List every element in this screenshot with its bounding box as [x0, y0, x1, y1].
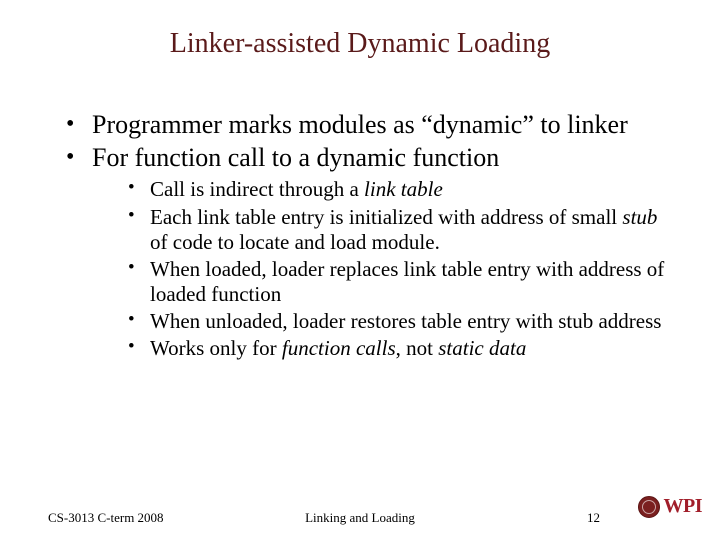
sub-bullet-item: Call is indirect through a link table — [126, 177, 680, 202]
sub-bullet-text: , not — [396, 336, 439, 360]
bullet-list-level1: Programmer marks modules as “dynamic” to… — [60, 110, 680, 362]
sub-bullet-item: Each link table entry is initialized wit… — [126, 205, 680, 255]
wpi-seal-icon — [638, 496, 660, 518]
sub-bullet-text: Call is indirect through a — [150, 177, 364, 201]
bullet-list-level2: Call is indirect through a link table Ea… — [92, 177, 680, 361]
slide-footer: CS-3013 C-term 2008 Linking and Loading … — [0, 500, 720, 526]
footer-topic: Linking and Loading — [0, 510, 720, 526]
slide: Linker-assisted Dynamic Loading Programm… — [0, 0, 720, 540]
wpi-logo-text: WPI — [664, 495, 703, 518]
sub-bullet-em: stub — [622, 205, 657, 229]
footer-page-number: 12 — [587, 510, 600, 526]
sub-bullet-text: Each link table entry is initialized wit… — [150, 205, 622, 229]
sub-bullet-text: Works only for — [150, 336, 282, 360]
sub-bullet-item: When unloaded, loader restores table ent… — [126, 309, 680, 334]
bullet-text: For function call to a dynamic function — [92, 143, 499, 172]
slide-title: Linker-assisted Dynamic Loading — [0, 28, 720, 60]
sub-bullet-text: of code to locate and load module. — [150, 230, 440, 254]
slide-content: Programmer marks modules as “dynamic” to… — [60, 110, 680, 364]
sub-bullet-em: link table — [364, 177, 443, 201]
sub-bullet-item: When loaded, loader replaces link table … — [126, 257, 680, 307]
wpi-logo: WPI — [638, 495, 703, 518]
bullet-item: For function call to a dynamic function … — [60, 143, 680, 362]
sub-bullet-em: function calls — [282, 336, 396, 360]
sub-bullet-text: When loaded, loader replaces link table … — [150, 257, 664, 306]
sub-bullet-item: Works only for function calls, not stati… — [126, 336, 680, 361]
bullet-text: Programmer marks modules as “dynamic” to… — [92, 110, 628, 139]
sub-bullet-em: static data — [438, 336, 526, 360]
sub-bullet-text: When unloaded, loader restores table ent… — [150, 309, 661, 333]
bullet-item: Programmer marks modules as “dynamic” to… — [60, 110, 680, 141]
